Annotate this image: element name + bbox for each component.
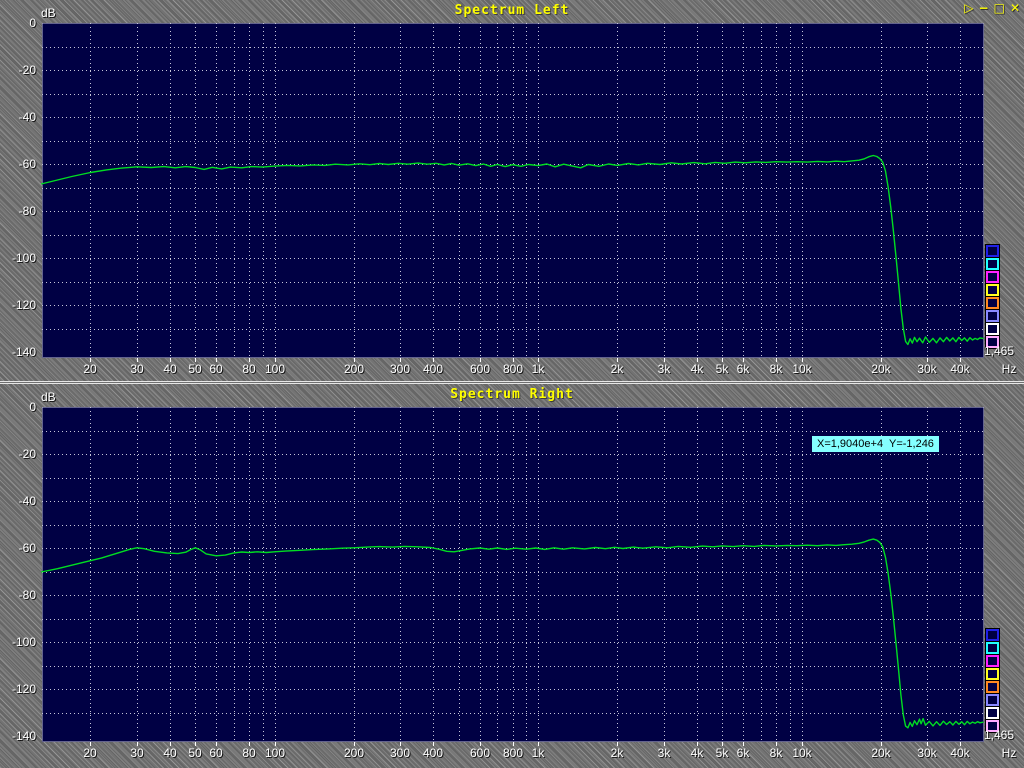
x-tick-label: 4k — [691, 746, 704, 760]
y-tick-label: -100 — [0, 635, 36, 649]
x-tick-label: 30 — [130, 362, 143, 376]
x-tick-label: 2k — [611, 362, 624, 376]
legend-color-swatch[interactable] — [986, 258, 999, 270]
y-tick-label: -60 — [0, 157, 36, 171]
y-axis-unit-label: dB — [41, 390, 56, 404]
x-tick-label: 800 — [503, 746, 523, 760]
legend-color-column — [986, 245, 999, 349]
resolution-value: 1,465 — [984, 344, 1014, 358]
x-tick-label: 10k — [792, 362, 811, 376]
legend-color-swatch[interactable] — [986, 284, 999, 296]
x-tick-label: 20 — [83, 362, 96, 376]
x-tick-label: 30k — [917, 362, 936, 376]
spectrum-left-plot-area[interactable] — [0, 0, 1024, 381]
y-axis-unit-label: dB — [41, 6, 56, 20]
legend-color-swatch[interactable] — [986, 655, 999, 667]
y-tick-label: -80 — [0, 204, 36, 218]
x-tick-label: 300 — [390, 746, 410, 760]
legend-color-swatch[interactable] — [986, 681, 999, 693]
x-tick-label: 50 — [188, 746, 201, 760]
x-tick-label: 3k — [658, 362, 671, 376]
y-tick-label: -100 — [0, 251, 36, 265]
y-tick-label: -40 — [0, 494, 36, 508]
panel-title: Spectrum Left — [0, 3, 1024, 18]
y-tick-label: 0 — [0, 16, 36, 30]
y-tick-label: -120 — [0, 298, 36, 312]
x-tick-label: 600 — [470, 746, 490, 760]
x-tick-label: 6k — [737, 746, 750, 760]
x-tick-label: 60 — [209, 362, 222, 376]
x-tick-label: 1k — [532, 362, 545, 376]
spectrum-analyzer-window: { "window": { "controls": [ {"name": "ru… — [0, 0, 1024, 768]
legend-color-column — [986, 629, 999, 733]
x-tick-label: 600 — [470, 362, 490, 376]
y-tick-label: -20 — [0, 447, 36, 461]
x-tick-label: 40 — [163, 362, 176, 376]
x-tick-label: 80 — [242, 746, 255, 760]
x-tick-label: 6k — [737, 362, 750, 376]
y-tick-label: -140 — [0, 729, 36, 743]
x-tick-label: 20k — [871, 746, 890, 760]
x-tick-label: 5k — [716, 746, 729, 760]
x-tick-label: 800 — [503, 362, 523, 376]
x-tick-label: 100 — [265, 746, 285, 760]
resolution-value: 1,465 — [984, 728, 1014, 742]
x-tick-label: 100 — [265, 362, 285, 376]
cursor-readout-tooltip: X=1,9040e+4 Y=-1,246 — [812, 436, 939, 452]
x-tick-label: 60 — [209, 746, 222, 760]
x-tick-label: 50 — [188, 362, 201, 376]
x-tick-label: 2k — [611, 746, 624, 760]
x-tick-label: 5k — [716, 362, 729, 376]
x-tick-label: 200 — [344, 362, 364, 376]
x-tick-label: 40k — [950, 362, 969, 376]
legend-color-swatch[interactable] — [986, 245, 999, 257]
x-axis-unit-label: Hz — [996, 362, 1022, 376]
y-tick-label: -60 — [0, 541, 36, 555]
x-tick-label: 3k — [658, 746, 671, 760]
x-tick-label: 40k — [950, 746, 969, 760]
x-tick-label: 20 — [83, 746, 96, 760]
legend-color-swatch[interactable] — [986, 629, 999, 641]
y-tick-label: -80 — [0, 588, 36, 602]
x-tick-label: 8k — [770, 746, 783, 760]
legend-color-swatch[interactable] — [986, 323, 999, 335]
x-tick-label: 10k — [792, 746, 811, 760]
x-tick-label: 80 — [242, 362, 255, 376]
panel-title: Spectrum Right — [0, 387, 1024, 402]
legend-color-swatch[interactable] — [986, 271, 999, 283]
x-tick-label: 400 — [423, 746, 443, 760]
legend-color-swatch[interactable] — [986, 668, 999, 680]
x-tick-label: 30k — [917, 746, 936, 760]
spectrum-right-panel: Spectrum Right dB 0 -20 -40 -60 -80 -100 -120 -… — [0, 384, 1024, 768]
x-tick-label: 20k — [871, 362, 890, 376]
y-tick-label: 0 — [0, 400, 36, 414]
y-tick-label: -120 — [0, 682, 36, 696]
x-tick-label: 200 — [344, 746, 364, 760]
x-tick-label: 30 — [130, 746, 143, 760]
x-tick-label: 400 — [423, 362, 443, 376]
y-tick-label: -140 — [0, 345, 36, 359]
x-tick-label: 8k — [770, 362, 783, 376]
x-axis-unit-label: Hz — [996, 746, 1022, 760]
y-tick-label: -40 — [0, 110, 36, 124]
y-tick-label: -20 — [0, 63, 36, 77]
legend-color-swatch[interactable] — [986, 642, 999, 654]
x-tick-label: 300 — [390, 362, 410, 376]
legend-color-swatch[interactable] — [986, 707, 999, 719]
legend-color-swatch[interactable] — [986, 297, 999, 309]
x-tick-label: 4k — [691, 362, 704, 376]
legend-color-swatch[interactable] — [986, 310, 999, 322]
spectrum-left-panel: Spectrum Left dB 0 -20 -40 -60 -80 -100 -120 -1… — [0, 0, 1024, 381]
x-tick-label: 40 — [163, 746, 176, 760]
legend-color-swatch[interactable] — [986, 694, 999, 706]
x-tick-label: 1k — [532, 746, 545, 760]
